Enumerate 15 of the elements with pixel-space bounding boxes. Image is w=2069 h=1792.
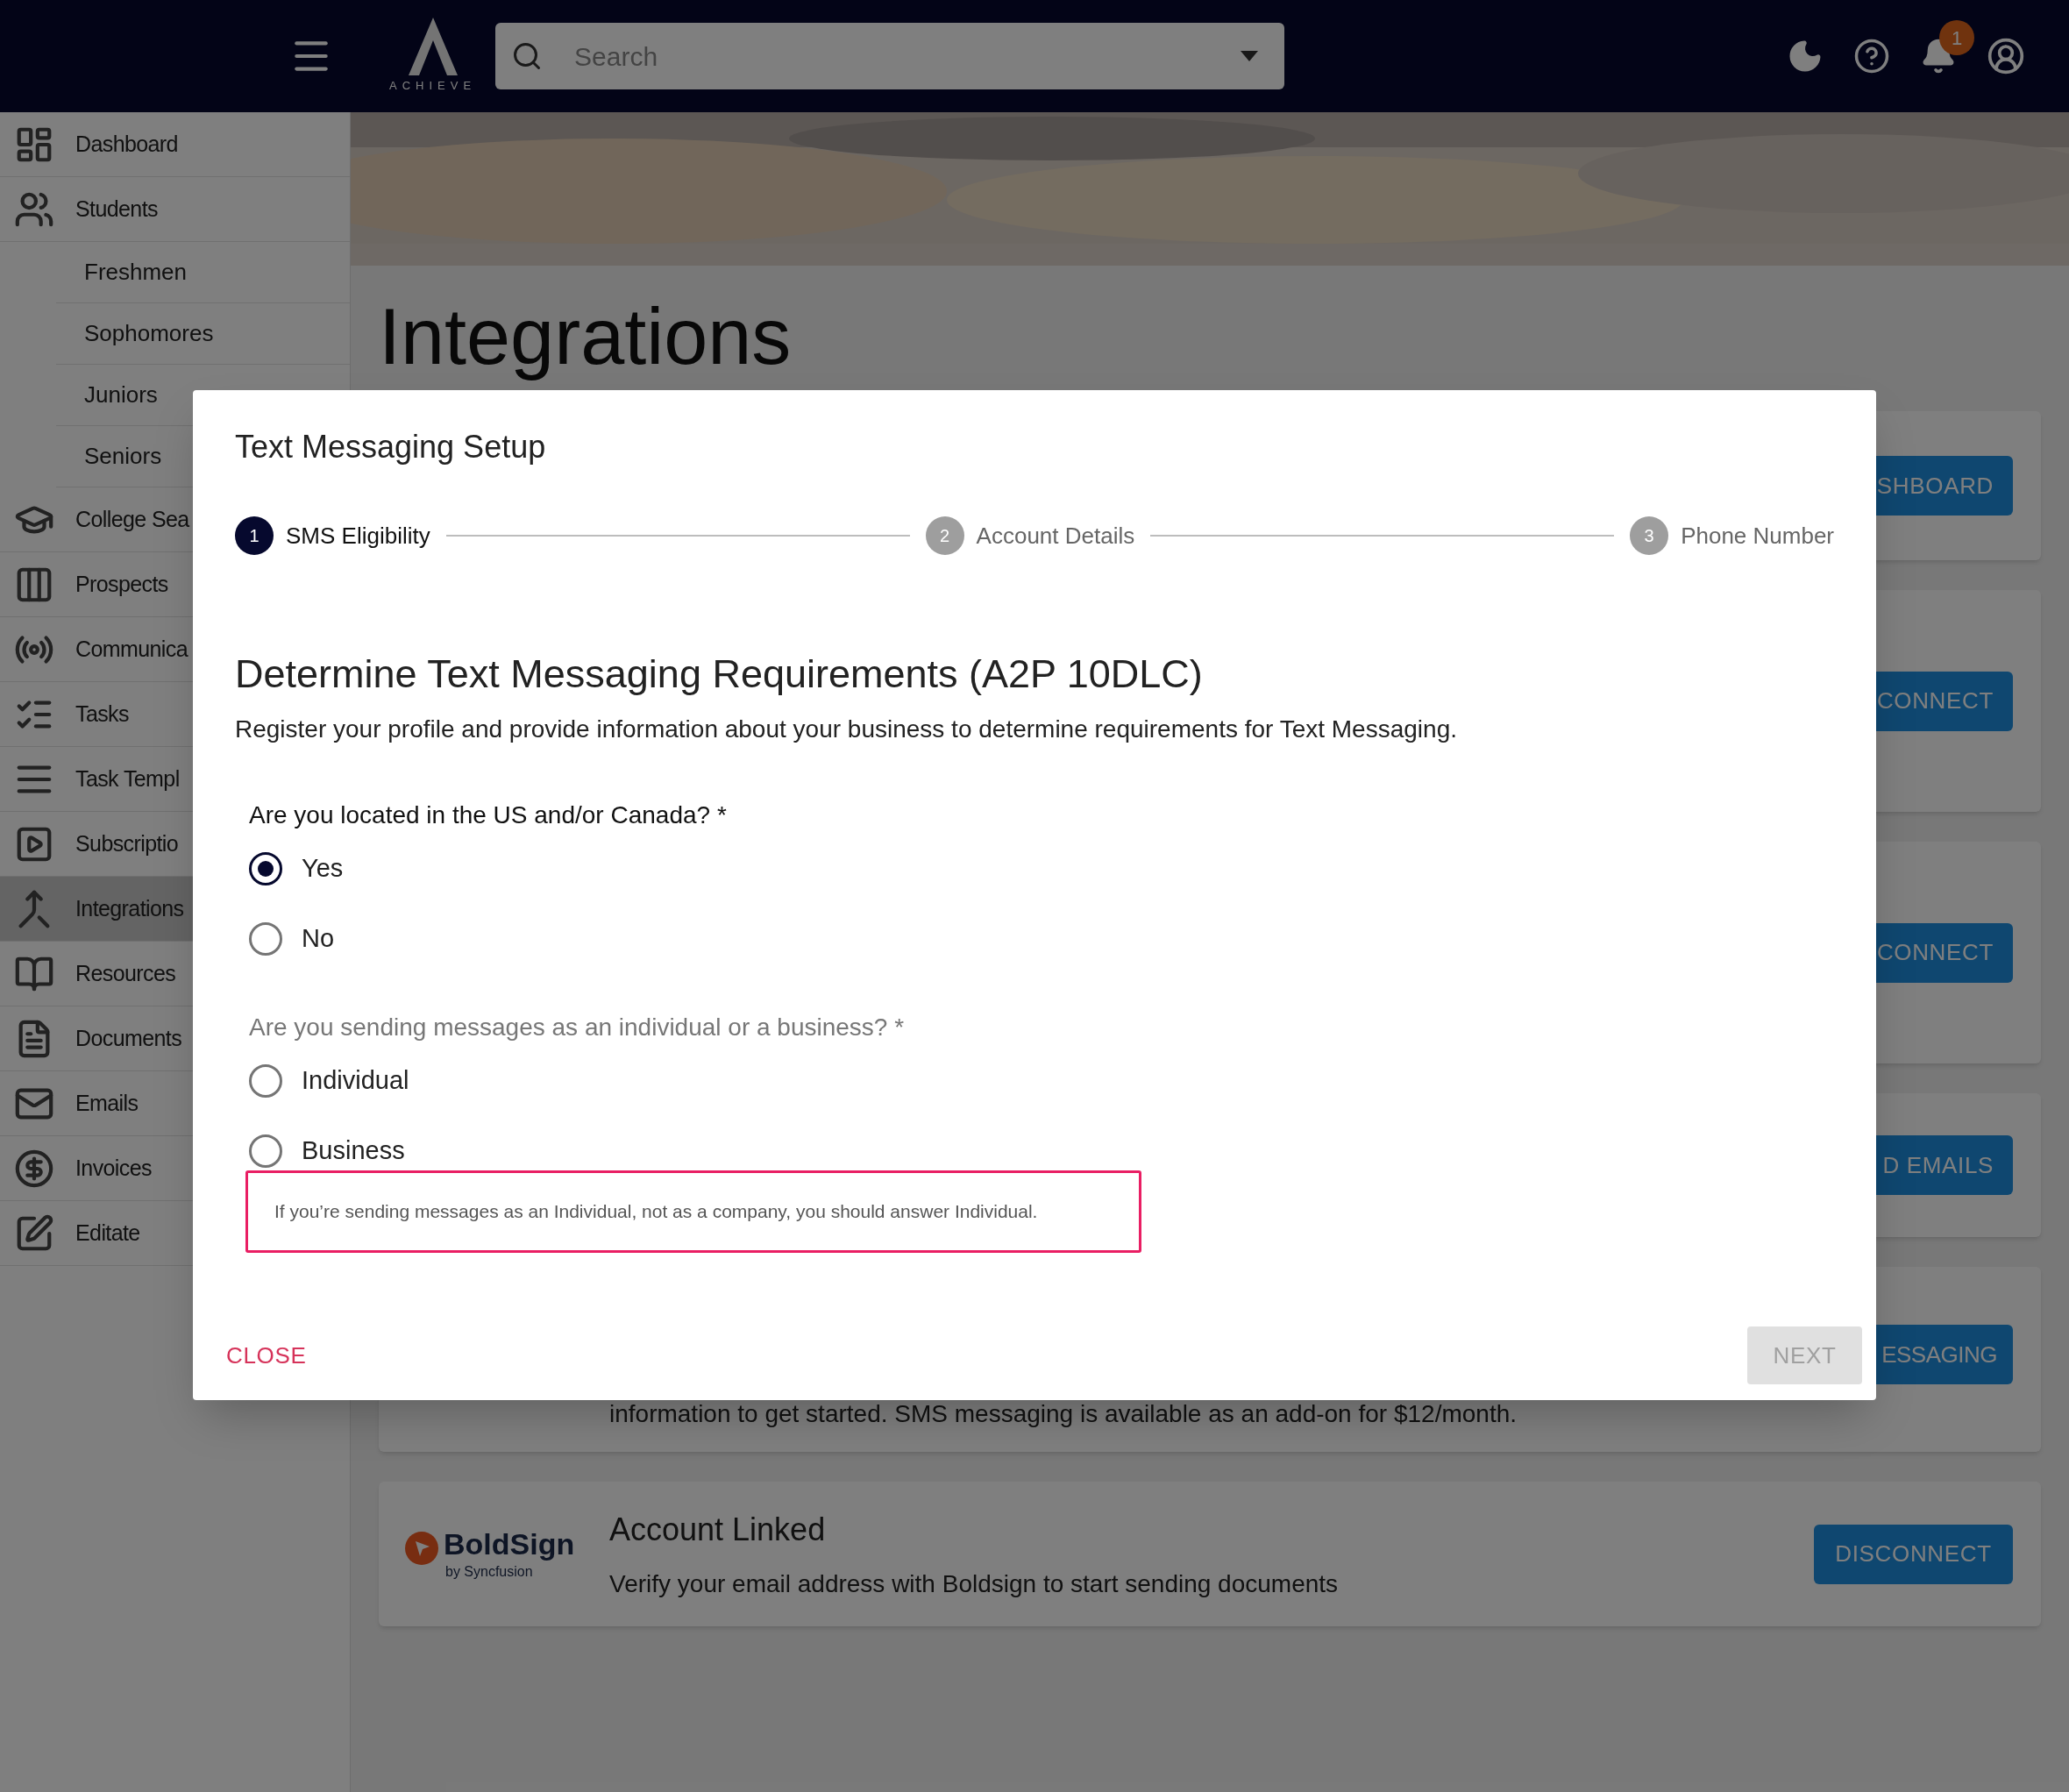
step-number: 3 [1630, 516, 1669, 555]
card-title: Account Linked [609, 1510, 827, 1549]
info-note: If you’re sending messages as an Individual, not as a company, you should answer Individual. [245, 1170, 1141, 1253]
step-label: Account Details [976, 521, 1135, 551]
card-description: information to get started. SMS messaging is available as an add-on for $12/month. [609, 1399, 1517, 1429]
step-number: 1 [235, 516, 274, 555]
step-label: Phone Number [1681, 521, 1834, 551]
step-number: 2 [925, 516, 964, 555]
notification-badge: 1 [1939, 20, 1974, 55]
logo-name: BoldSign [444, 1525, 575, 1561]
page-title: Integrations [379, 292, 793, 382]
card-description: Verify your email address with Boldsign to start sending documents [609, 1568, 1339, 1599]
dialog-title: Text Messaging Setup [235, 428, 547, 466]
logo-subtitle: by Syncfusion [445, 1562, 534, 1581]
logo-text: ACHIEVE [389, 78, 477, 95]
